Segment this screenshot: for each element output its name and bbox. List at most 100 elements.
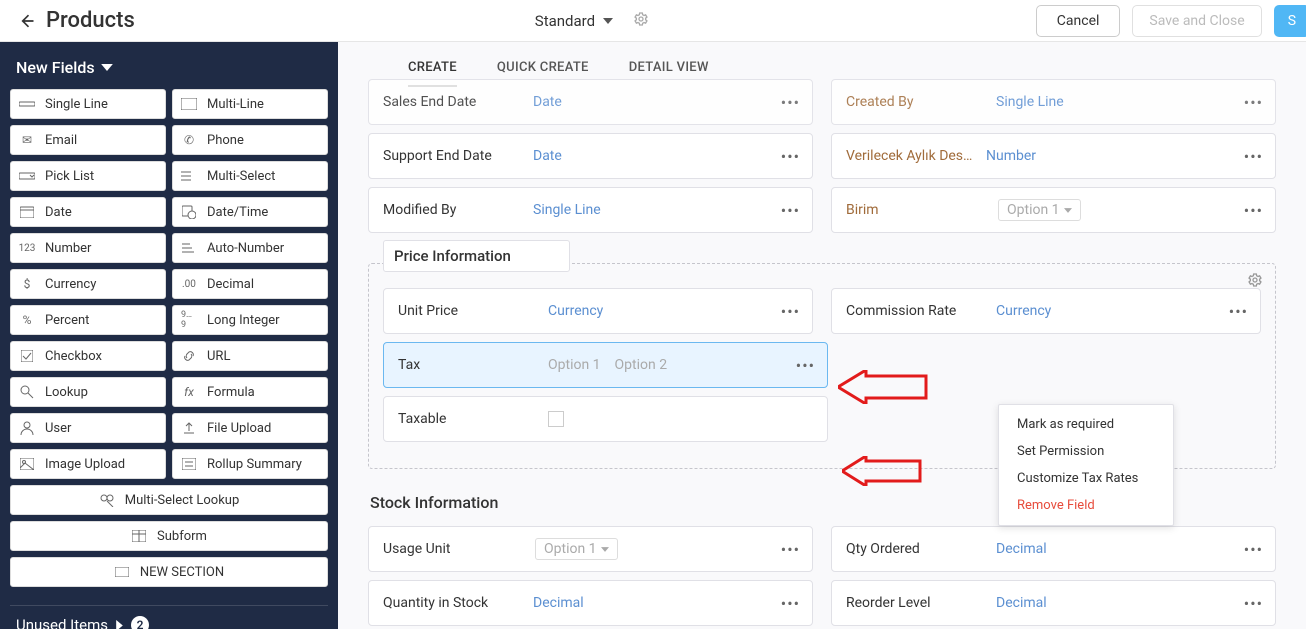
ellipsis-icon[interactable]: •••	[1244, 147, 1263, 166]
ellipsis-icon[interactable]: •••	[781, 147, 800, 166]
multiline-icon	[181, 96, 197, 112]
unused-count-badge: 2	[131, 616, 149, 629]
ellipsis-icon[interactable]: •••	[1244, 93, 1263, 112]
field-support-end-date[interactable]: Support End Date Date •••	[368, 133, 813, 179]
field-multi-select-lookup[interactable]: Multi-Select Lookup	[10, 485, 328, 515]
chevron-right-icon	[116, 620, 123, 629]
ellipsis-icon[interactable]: •••	[1244, 201, 1263, 220]
field-reorder-level[interactable]: Reorder Level Decimal •••	[831, 580, 1276, 626]
ellipsis-icon[interactable]: •••	[1244, 540, 1263, 559]
field-multi-line[interactable]: Multi-Line	[172, 89, 328, 119]
menu-remove-field[interactable]: Remove Field	[999, 492, 1173, 519]
section-title[interactable]: Price Information	[383, 240, 570, 272]
chevron-down-icon	[603, 18, 613, 24]
date-icon	[19, 204, 35, 220]
lookup-icon	[19, 384, 35, 400]
field-file-upload[interactable]: File Upload	[172, 413, 328, 443]
chevron-down-icon	[101, 64, 113, 71]
chevron-down-icon	[601, 547, 609, 552]
field-usage-unit[interactable]: Usage Unit Option 1 •••	[368, 526, 813, 572]
field-formula[interactable]: fxFormula	[172, 377, 328, 407]
field-auto-number[interactable]: Auto-Number	[172, 233, 328, 263]
layout-label: Standard	[535, 12, 595, 30]
field-url[interactable]: URL	[172, 341, 328, 371]
field-checkbox[interactable]: Checkbox	[10, 341, 166, 371]
field-date[interactable]: Date	[10, 197, 166, 227]
option-chip[interactable]: Option 1	[998, 199, 1081, 221]
field-birim[interactable]: Birim Option 1 •••	[831, 187, 1276, 233]
field-created-by[interactable]: Created By Single Line •••	[831, 79, 1276, 125]
mslookup-icon	[99, 492, 115, 508]
field-percent[interactable]: %Percent	[10, 305, 166, 335]
field-single-line[interactable]: Single Line	[10, 89, 166, 119]
datetime-icon	[181, 204, 197, 220]
menu-customize-tax-rates[interactable]: Customize Tax Rates	[999, 465, 1173, 492]
field-number[interactable]: 123Number	[10, 233, 166, 263]
user-icon	[19, 420, 35, 436]
currency-icon: $	[19, 276, 35, 292]
checkbox-icon	[19, 348, 35, 364]
field-unit-price[interactable]: Unit Price Currency •••	[383, 288, 813, 334]
field-tax[interactable]: Tax Option 1 Option 2 •••	[383, 342, 828, 388]
field-lookup[interactable]: Lookup	[10, 377, 166, 407]
layout-gear-icon[interactable]	[633, 11, 649, 31]
field-context-menu: Mark as required Set Permission Customiz…	[998, 404, 1174, 526]
save-button[interactable]: S	[1274, 5, 1306, 37]
decimal-icon: .00	[181, 276, 197, 292]
sidebar: New Fields Single Line Multi-Line ✉Email…	[0, 42, 338, 629]
back-arrow[interactable]	[16, 11, 36, 31]
main-area: CREATE QUICK CREATE DETAIL VIEW Sales En…	[338, 42, 1306, 629]
multiselect-icon	[181, 168, 197, 184]
longint-icon: 9…9	[181, 312, 197, 328]
ellipsis-icon[interactable]: •••	[781, 302, 800, 321]
menu-mark-required[interactable]: Mark as required	[999, 411, 1173, 438]
field-subform[interactable]: Subform	[10, 521, 328, 551]
menu-set-permission[interactable]: Set Permission	[999, 438, 1173, 465]
field-currency[interactable]: $Currency	[10, 269, 166, 299]
field-pick-list[interactable]: Pick List	[10, 161, 166, 191]
field-sales-end-date[interactable]: Sales End Date Date •••	[368, 79, 813, 125]
field-date-time[interactable]: Date/Time	[172, 197, 328, 227]
field-long-integer[interactable]: 9…9Long Integer	[172, 305, 328, 335]
ellipsis-icon[interactable]: •••	[1229, 302, 1248, 321]
number-icon: 123	[19, 240, 35, 256]
field-qty-in-stock[interactable]: Quantity in Stock Decimal •••	[368, 580, 813, 626]
subform-icon	[131, 528, 147, 544]
field-qty-ordered[interactable]: Qty Ordered Decimal •••	[831, 526, 1276, 572]
layout-select[interactable]: Standard	[535, 12, 613, 30]
option-chip[interactable]: Option 1	[535, 538, 618, 560]
section-icon	[114, 564, 130, 580]
rollup-icon	[181, 456, 197, 472]
cancel-button[interactable]: Cancel	[1036, 5, 1121, 37]
checkbox-icon	[548, 411, 564, 427]
image-icon	[19, 456, 35, 472]
field-rollup-summary[interactable]: Rollup Summary	[172, 449, 328, 479]
field-image-upload[interactable]: Image Upload	[10, 449, 166, 479]
ellipsis-icon[interactable]: •••	[781, 93, 800, 112]
page-title: Products	[46, 8, 135, 33]
field-email[interactable]: ✉Email	[10, 125, 166, 155]
field-taxable[interactable]: Taxable	[383, 396, 828, 442]
field-commission-rate[interactable]: Commission Rate Currency •••	[831, 288, 1261, 334]
tax-ellipsis-icon[interactable]: •••	[796, 356, 815, 375]
field-modified-by[interactable]: Modified By Single Line •••	[368, 187, 813, 233]
text-icon	[19, 96, 35, 112]
new-fields-header[interactable]: New Fields	[16, 58, 322, 77]
percent-icon: %	[19, 312, 35, 328]
ellipsis-icon[interactable]: •••	[1244, 594, 1263, 613]
field-phone[interactable]: ✆Phone	[172, 125, 328, 155]
ellipsis-icon[interactable]: •••	[781, 201, 800, 220]
field-user[interactable]: User	[10, 413, 166, 443]
new-section-button[interactable]: NEW SECTION	[10, 557, 328, 587]
unused-items[interactable]: Unused Items 2	[10, 605, 328, 629]
field-multi-select[interactable]: Multi-Select	[172, 161, 328, 191]
field-decimal[interactable]: .00Decimal	[172, 269, 328, 299]
ellipsis-icon[interactable]: •••	[781, 594, 800, 613]
mail-icon: ✉	[19, 132, 35, 148]
save-close-button: Save and Close	[1132, 5, 1261, 37]
link-icon	[181, 348, 197, 364]
chevron-down-icon	[1064, 208, 1072, 213]
ellipsis-icon[interactable]: •••	[781, 540, 800, 559]
phone-icon: ✆	[181, 132, 197, 148]
field-aylik[interactable]: Verilecek Aylık Des… Number •••	[831, 133, 1276, 179]
